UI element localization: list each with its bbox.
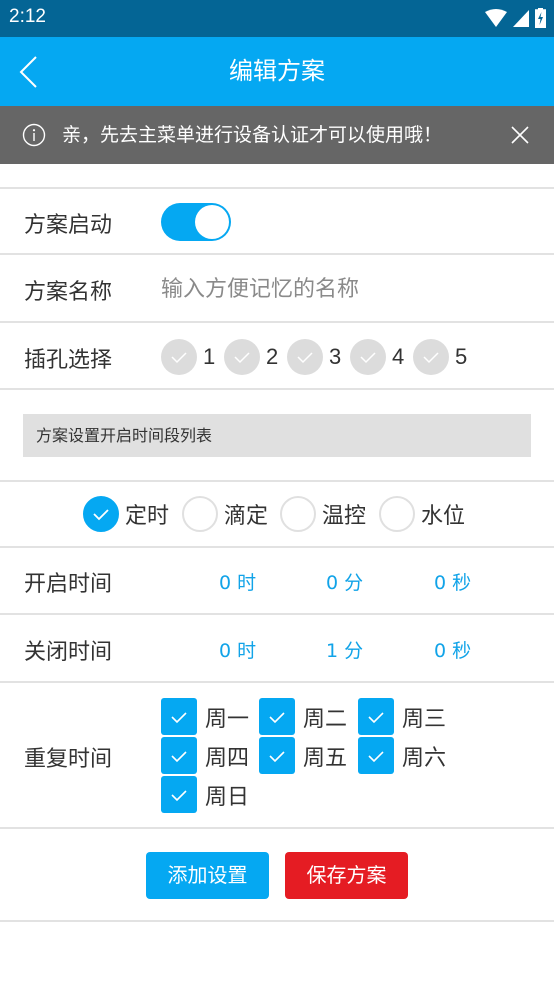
plan-name-input[interactable] [161,267,531,311]
close-hour-value[interactable]: 0 时 [219,636,256,663]
cellular-signal-icon [513,9,529,27]
socket-option-label: 2 [266,344,279,369]
checkbox-checked-icon [259,698,295,735]
close-second-value[interactable]: 0 秒 [434,636,471,663]
add-setting-button[interactable]: 添加设置 [146,852,269,899]
check-circle-icon [413,339,449,375]
divider [0,920,554,922]
day-label: 周六 [402,745,447,771]
day-label: 周一 [205,706,250,732]
wifi-icon [485,9,507,27]
page-title: 编辑方案 [229,57,325,85]
mode-option-water-level[interactable]: 水位 [379,496,465,532]
open-hour-value[interactable]: 0 时 [219,568,256,595]
socket-option-label: 5 [455,344,468,369]
socket-label: 插孔选择 [24,348,113,373]
section-header: 方案设置开启时间段列表 [23,414,531,457]
open-minute-value[interactable]: 0 分 [326,568,363,595]
section-title: 方案设置开启时间段列表 [36,426,213,445]
enable-toggle[interactable] [161,203,231,241]
radio-checked-icon [83,496,119,532]
radio-unchecked-icon [280,496,316,532]
mode-option-timer[interactable]: 定时 [83,496,169,532]
toggle-knob [195,205,229,239]
divider [0,827,554,829]
day-label: 周二 [303,706,348,732]
divider [0,253,554,255]
checkbox-checked-icon [259,737,295,774]
socket-option-2[interactable]: 2 [224,339,278,375]
notice-message: 亲，先去主菜单进行设备认证才可以使用哦！ [62,124,443,146]
socket-option-label: 3 [329,344,342,369]
enable-label: 方案启动 [24,213,113,238]
divider [0,187,554,189]
day-checkbox-mon[interactable]: 周一 [161,698,249,735]
mode-option-label: 定时 [125,504,170,529]
divider [0,388,554,390]
checkbox-checked-icon [161,737,197,774]
close-minute-value[interactable]: 1 分 [326,636,363,663]
socket-option-1[interactable]: 1 [161,339,215,375]
mode-option-label: 温控 [322,504,367,529]
mode-option-temperature[interactable]: 温控 [280,496,366,532]
checkbox-checked-icon [358,737,394,774]
socket-option-5[interactable]: 5 [413,339,467,375]
divider [0,613,554,615]
socket-option-3[interactable]: 3 [287,339,341,375]
notice-banner: 亲，先去主菜单进行设备认证才可以使用哦！ [0,106,554,164]
day-checkbox-sat[interactable]: 周六 [358,737,446,774]
status-time: 2:12 [9,6,46,27]
day-label: 周三 [402,706,447,732]
close-time-label: 关闭时间 [24,640,113,665]
check-circle-icon [350,339,386,375]
day-checkbox-thu[interactable]: 周四 [161,737,249,774]
checkbox-checked-icon [161,698,197,735]
open-second-value[interactable]: 0 秒 [434,568,471,595]
save-plan-button[interactable]: 保存方案 [285,852,408,899]
day-checkbox-tue[interactable]: 周二 [259,698,347,735]
info-circle-icon [22,123,46,147]
socket-option-label: 4 [392,344,405,369]
divider [0,546,554,548]
check-circle-icon [224,339,260,375]
day-checkbox-fri[interactable]: 周五 [259,737,347,774]
mode-option-drip[interactable]: 滴定 [182,496,268,532]
repeat-label: 重复时间 [24,747,113,772]
mode-option-label: 水位 [421,504,466,529]
divider [0,321,554,323]
app-bar: 编辑方案 [0,37,554,106]
divider [0,681,554,683]
divider [0,480,554,482]
close-icon[interactable] [508,123,532,147]
socket-option-label: 1 [203,344,216,369]
socket-option-4[interactable]: 4 [350,339,404,375]
checkbox-checked-icon [358,698,394,735]
day-label: 周日 [205,784,250,810]
battery-charging-icon [535,8,546,28]
day-checkbox-sun[interactable]: 周日 [161,776,249,813]
name-label: 方案名称 [24,280,113,305]
open-time-label: 开启时间 [24,572,113,597]
radio-unchecked-icon [379,496,415,532]
day-label: 周五 [303,745,348,771]
radio-unchecked-icon [182,496,218,532]
status-bar: 2:12 [0,0,554,37]
day-checkbox-wed[interactable]: 周三 [358,698,446,735]
status-icons [485,8,546,28]
check-circle-icon [287,339,323,375]
day-label: 周四 [205,745,250,771]
checkbox-checked-icon [161,776,197,813]
mode-option-label: 滴定 [224,504,269,529]
check-circle-icon [161,339,197,375]
